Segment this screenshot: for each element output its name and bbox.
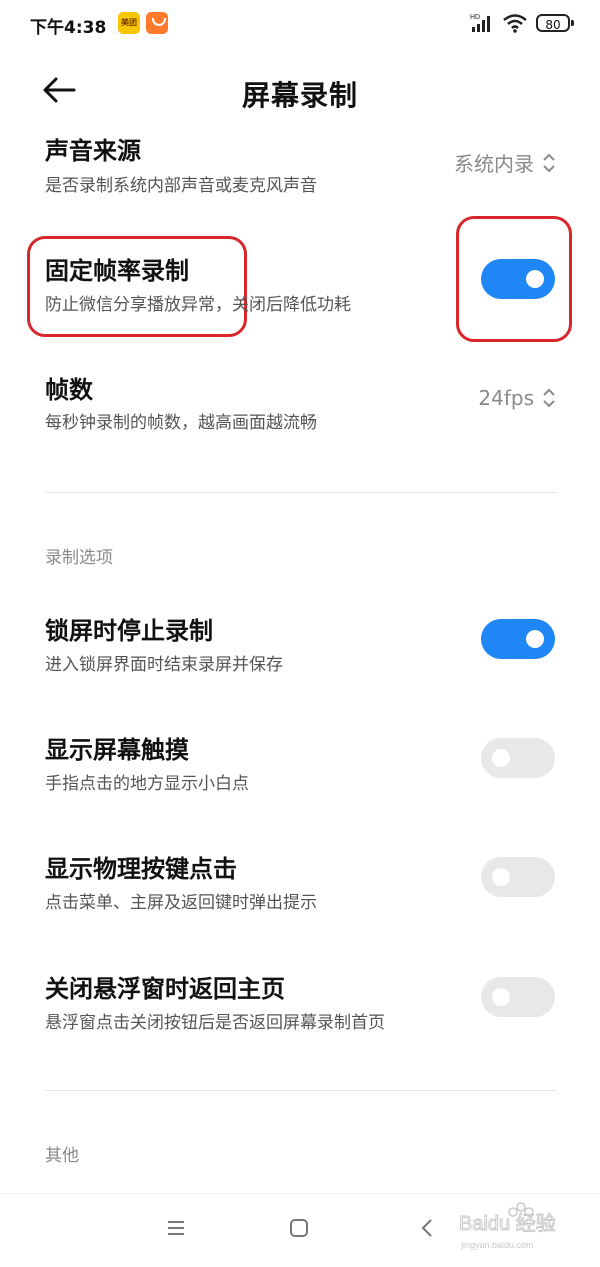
frame-rate-value: 24fps: [478, 386, 534, 410]
section-label-recording-options: 录制选项: [45, 548, 113, 568]
option-subtitle: 点击菜单、主屏及返回键时弹出提示: [45, 893, 317, 913]
divider: [45, 1090, 556, 1091]
option-subtitle: 悬浮窗点击关闭按钮后是否返回屏幕录制首页: [45, 1013, 385, 1033]
svg-text:HD: HD: [470, 14, 480, 21]
fixed-framerate-subtitle: 防止微信分享播放异常，关闭后降低功耗: [45, 295, 351, 315]
meituan-notification-icon: 美团: [118, 12, 140, 34]
toggle-knob: [526, 630, 544, 648]
status-bar: 下午4:38 美团 HD 80: [0, 0, 600, 50]
home-icon[interactable]: [290, 1219, 308, 1237]
section-label-other: 其他: [45, 1146, 79, 1166]
option-subtitle: 进入锁屏界面时结束录屏并保存: [45, 655, 283, 675]
frame-rate-selector[interactable]: 24fps: [478, 386, 556, 410]
divider: [45, 492, 556, 493]
menu-icon[interactable]: [166, 1219, 186, 1237]
status-time: 下午4:38: [30, 18, 107, 38]
nav-back-icon[interactable]: [420, 1217, 434, 1239]
cellular-signal-icon: HD: [470, 14, 490, 32]
option-title: 关闭悬浮窗时返回主页: [45, 975, 285, 1003]
toggle-knob: [492, 868, 510, 886]
audio-source-title: 声音来源: [45, 137, 141, 165]
option-title: 锁屏时停止录制: [45, 617, 213, 645]
toggle-knob: [526, 270, 544, 288]
toggle-knob: [492, 988, 510, 1006]
toggle-knob: [492, 749, 510, 767]
chevron-up-down-icon: [543, 153, 555, 172]
show-key-presses-toggle[interactable]: [481, 857, 555, 897]
page-title: 屏幕录制: [241, 79, 358, 112]
audio-source-selector[interactable]: 系统内录: [454, 148, 556, 177]
option-subtitle: 手指点击的地方显示小白点: [45, 774, 249, 794]
audio-source-subtitle: 是否录制系统内部声音或麦克风声音: [45, 176, 317, 196]
fixed-framerate-title: 固定帧率录制: [45, 257, 189, 285]
fixed-framerate-toggle[interactable]: [481, 259, 555, 299]
option-title: 显示物理按键点击: [45, 855, 237, 883]
frame-rate-title: 帧数: [45, 376, 93, 404]
show-touches-toggle[interactable]: [481, 738, 555, 778]
wifi-icon: [503, 14, 527, 33]
chevron-up-down-icon: [543, 388, 555, 408]
svg-text:jingyan.baidu.com: jingyan.baidu.com: [460, 1240, 534, 1250]
audio-source-value: 系统内录: [454, 152, 534, 176]
battery-icon: 80: [536, 14, 570, 32]
frame-rate-subtitle: 每秒钟录制的帧数，越高画面越流畅: [45, 413, 317, 433]
battery-cap: [571, 20, 574, 26]
return-home-on-close-toggle[interactable]: [481, 977, 555, 1017]
stop-on-lock-toggle[interactable]: [481, 619, 555, 659]
svg-text:Baidu 经验: Baidu 经验: [459, 1212, 556, 1235]
option-title: 显示屏幕触摸: [45, 736, 189, 764]
taobao-notification-icon: [146, 12, 168, 34]
baidu-jingyan-watermark: Baidu 经验 jingyan.baidu.com: [459, 1202, 556, 1250]
